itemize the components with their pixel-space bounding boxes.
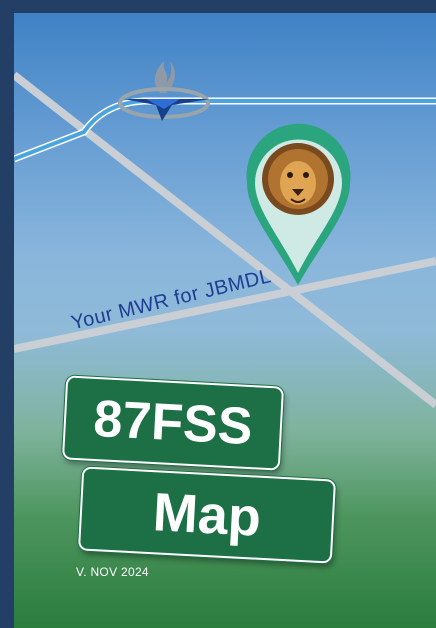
- street-sign-87fss: 87FSS: [61, 375, 285, 471]
- sign-title: 87FSS: [92, 389, 254, 457]
- cover-frame: Your MWR for JBMDL 87FSS Map V. NOV 2024: [0, 0, 436, 628]
- street-sign-map: Map: [77, 466, 337, 564]
- highway-outline: [14, 97, 436, 163]
- air-force-flame-logo-icon: [118, 61, 210, 121]
- cover-page: Your MWR for JBMDL 87FSS Map V. NOV 2024: [14, 13, 436, 628]
- highway-road: [14, 99, 436, 161]
- road-crossing: [14, 257, 436, 353]
- version-label: V. NOV 2024: [76, 565, 149, 579]
- sign-subtitle: Map: [151, 482, 263, 548]
- road-diagonal: [14, 71, 436, 409]
- lion-location-pin-icon: [246, 123, 351, 285]
